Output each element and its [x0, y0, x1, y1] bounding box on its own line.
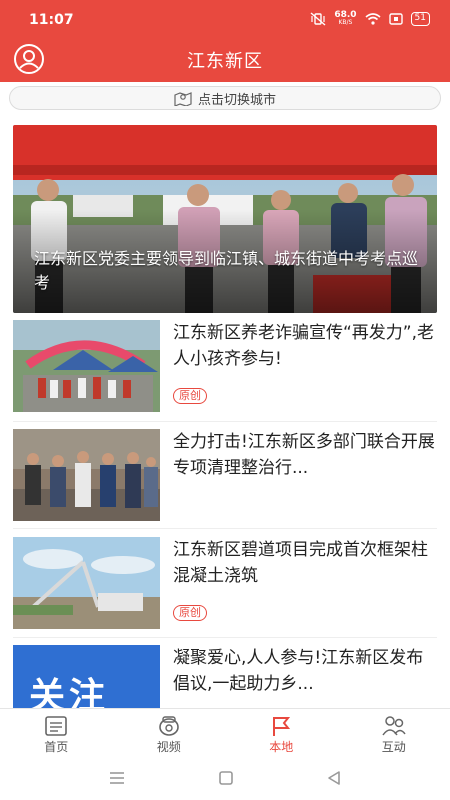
system-navigation — [0, 756, 450, 800]
status-time: 11:07 — [29, 12, 74, 28]
battery-indicator: 51 — [410, 12, 430, 26]
news-item[interactable]: 关注 凝聚爱心,人人参与!江东新区发布倡议,一起助力乡... — [13, 645, 437, 708]
news-item[interactable]: 江东新区碧道项目完成首次框架柱混凝土浇筑 原创 — [13, 537, 437, 629]
news-item[interactable]: 江东新区养老诈骗宣传“再发力”,老人小孩齐参与! 原创 — [13, 320, 437, 412]
newspaper-icon — [45, 716, 68, 736]
home-icon[interactable] — [218, 770, 234, 786]
nav-video[interactable]: 视频 — [113, 709, 226, 756]
news-text: 江东新区碧道项目完成首次框架柱混凝土浇筑 原创 — [173, 537, 437, 621]
news-text: 全力打击!江东新区多部门联合开展专项清理整治行... — [173, 429, 437, 481]
nav-home[interactable]: 首页 — [0, 709, 113, 756]
divider — [13, 528, 437, 529]
bottom-navigation: 首页 视频 本地 互动 — [0, 708, 450, 756]
thumb-text: 关注 — [29, 676, 110, 708]
news-text: 江东新区养老诈骗宣传“再发力”,老人小孩齐参与! 原创 — [173, 320, 437, 404]
nav-label: 本地 — [269, 740, 294, 754]
original-tag: 原创 — [173, 605, 207, 621]
back-icon[interactable] — [326, 770, 342, 786]
map-pin-icon — [174, 92, 192, 106]
title-bar: 江东新区 — [0, 36, 450, 82]
sim-icon — [388, 13, 403, 25]
nav-interact[interactable]: 互动 — [338, 709, 450, 756]
net-speed-unit: KB/S — [338, 19, 353, 26]
video-icon — [158, 716, 179, 736]
city-switch-label: 点击切换城市 — [197, 92, 276, 108]
news-title: 全力打击!江东新区多部门联合开展专项清理整治行... — [173, 432, 435, 478]
hero-banner[interactable]: 江东新区党委主要领导到临江镇、城东街道中考考点巡考 — [13, 125, 437, 313]
news-text: 凝聚爱心,人人参与!江东新区发布倡议,一起助力乡... — [173, 645, 437, 697]
news-thumbnail — [13, 537, 160, 629]
page-title: 江东新区 — [187, 51, 263, 72]
nav-local[interactable]: 本地 — [225, 709, 338, 756]
news-title: 江东新区碧道项目完成首次框架柱混凝土浇筑 — [173, 540, 428, 586]
news-thumbnail — [13, 429, 160, 521]
news-title: 江东新区养老诈骗宣传“再发力”,老人小孩齐参与! — [173, 323, 435, 369]
city-switch-button[interactable]: 点击切换城市 — [9, 86, 441, 110]
original-tag: 原创 — [173, 388, 207, 404]
divider — [13, 421, 437, 422]
wifi-icon — [365, 13, 381, 25]
flag-icon — [273, 717, 291, 736]
nav-label: 视频 — [156, 740, 181, 754]
hero-title: 江东新区党委主要领导到临江镇、城东街道中考考点巡考 — [34, 249, 419, 292]
nav-label: 首页 — [44, 740, 69, 754]
divider — [13, 637, 437, 638]
mute-vibrate-icon — [310, 12, 326, 26]
status-icons: 68.0 KB/S 51 — [310, 11, 430, 27]
news-thumbnail: 关注 — [13, 645, 160, 708]
network-speed: 68.0 KB/S — [334, 11, 356, 27]
people-icon — [382, 716, 406, 736]
app-header: 11:07 68.0 KB/S 51 江东新区 — [0, 0, 450, 82]
news-item[interactable]: 全力打击!江东新区多部门联合开展专项清理整治行... — [13, 429, 437, 521]
news-title: 凝聚爱心,人人参与!江东新区发布倡议,一起助力乡... — [173, 648, 424, 694]
status-bar: 11:07 68.0 KB/S 51 — [0, 0, 450, 36]
menu-icon[interactable] — [108, 771, 126, 785]
net-speed-value: 68.0 — [334, 10, 357, 20]
news-thumbnail — [13, 320, 160, 412]
nav-label: 互动 — [381, 740, 406, 754]
